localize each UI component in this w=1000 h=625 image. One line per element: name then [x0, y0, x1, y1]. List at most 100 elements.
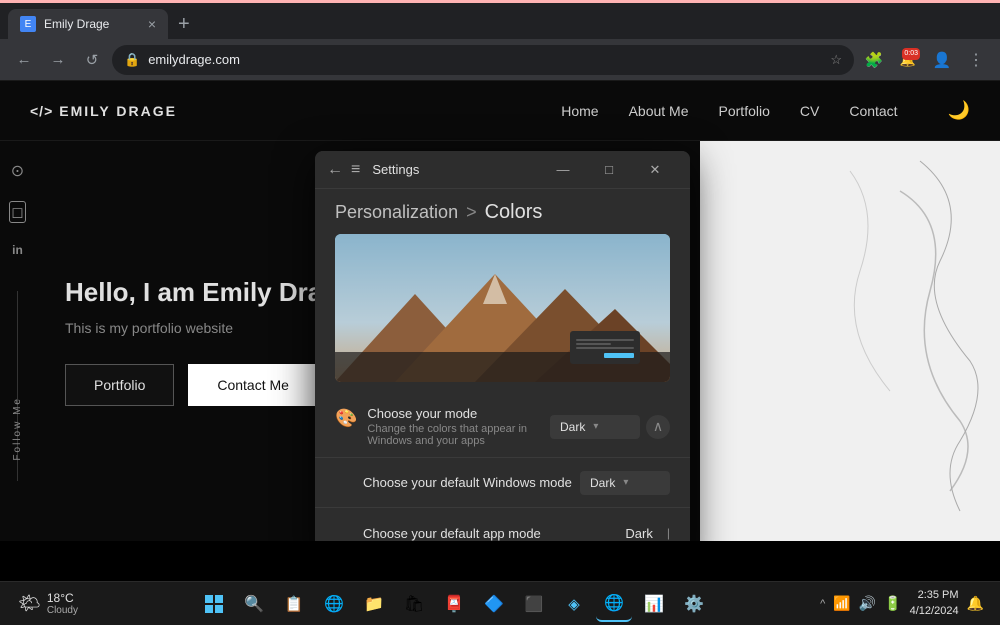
app-mode-control: Dark |: [625, 526, 670, 541]
windows-logo-icon: [205, 595, 223, 613]
taskbar-edge[interactable]: 🌐: [316, 586, 352, 622]
nav-logo: </> EMILY DRAGE: [30, 103, 177, 119]
task-view-icon: 📋: [285, 595, 304, 613]
dark-mode-toggle[interactable]: 🌙: [948, 100, 970, 121]
nav-contact[interactable]: Contact: [849, 103, 897, 119]
settings-row-text-windows: Choose your default Windows mode: [335, 475, 580, 490]
mode-expand-button[interactable]: ∧: [646, 415, 670, 439]
lock-icon: 🔒: [124, 52, 140, 68]
taskbar-search[interactable]: 🔍: [236, 586, 272, 622]
forward-button[interactable]: →: [44, 46, 72, 74]
settings-row-text-app: Choose your default app mode: [335, 526, 625, 541]
taskbar-system-tray: ^ 📶 🔊 🔋 2:35 PM 4/12/2024 🔔: [820, 588, 992, 619]
taskbar-mail[interactable]: 📮: [436, 586, 472, 622]
bookmark-icon[interactable]: ☆: [830, 52, 842, 68]
website-nav: </> EMILY DRAGE Home About Me Portfolio …: [0, 81, 1000, 141]
extensions-icon: 🧩: [865, 51, 884, 69]
settings-menu-button[interactable]: ≡: [351, 161, 360, 179]
settings-title: Settings: [372, 162, 419, 177]
taskbar-weather[interactable]: 🌤 18°C Cloudy: [8, 591, 88, 616]
portfolio-button[interactable]: Portfolio: [65, 364, 174, 406]
taskbar-explorer[interactable]: 📁: [356, 586, 392, 622]
taskbar-store[interactable]: 🛍: [396, 586, 432, 622]
settings-row-text-mode: Choose your mode Change the colors that …: [367, 406, 550, 447]
taskbar-terminal[interactable]: ⬛: [516, 586, 552, 622]
settings-row-left-mode: 🎨 Choose your mode Change the colors tha…: [335, 406, 550, 447]
minimize-button[interactable]: —: [540, 154, 586, 186]
breadcrumb-separator: >: [466, 202, 477, 223]
settings-back-button[interactable]: ←: [327, 161, 343, 179]
logo-brackets: </>: [30, 103, 53, 119]
more-button[interactable]: ⋮: [962, 46, 990, 74]
browser-toolbar: ← → ↺ 🔒 emilydrage.com ☆ 🧩 🔔 0:03 👤 ⋮: [0, 39, 1000, 81]
preview-dialog: [570, 331, 640, 364]
tab-title: Emily Drage: [44, 17, 140, 31]
tab-close-button[interactable]: ×: [148, 16, 156, 32]
url-text: emilydrage.com: [148, 52, 822, 67]
browser-active-icon: 🌐: [604, 593, 624, 613]
taskbar-settings[interactable]: ⚙️: [676, 586, 712, 622]
taskbar-app-extra[interactable]: 📊: [636, 586, 672, 622]
taskbar-task-view[interactable]: 📋: [276, 586, 312, 622]
dialog-button-preview: [604, 353, 634, 358]
tab-favicon: E: [20, 16, 36, 32]
nav-about[interactable]: About Me: [629, 103, 689, 119]
wallpaper-preview: [335, 234, 670, 382]
maximize-button[interactable]: □: [586, 154, 632, 186]
extensions-button[interactable]: 🧩: [860, 46, 888, 74]
active-tab[interactable]: E Emily Drage ×: [8, 9, 168, 39]
mode-label: Choose your mode: [367, 406, 550, 421]
store-icon: 🛍: [404, 594, 424, 614]
nav-cv[interactable]: CV: [800, 103, 819, 119]
notification-bell-icon[interactable]: 🔔: [967, 595, 984, 612]
settings-row-windows-mode: Choose your default Windows mode Dark ▾: [315, 458, 690, 508]
tray-chevron[interactable]: ^: [820, 598, 825, 610]
dialog-line-1: [576, 339, 634, 341]
taskbar-vscode[interactable]: ◈: [556, 586, 592, 622]
search-icon: 🔍: [244, 594, 264, 614]
taskbar-clock[interactable]: 2:35 PM 4/12/2024: [910, 588, 959, 619]
refresh-button[interactable]: ↺: [78, 46, 106, 74]
settings-content: 🎨 Choose your mode Change the colors tha…: [315, 396, 690, 541]
profile-button[interactable]: 👤: [928, 46, 956, 74]
close-button[interactable]: ✕: [632, 154, 678, 186]
mode-dropdown-arrow: ▾: [593, 421, 598, 432]
breadcrumb-current: Colors: [485, 201, 543, 224]
linkedin-icon[interactable]: in: [12, 243, 23, 257]
battery-icon[interactable]: 🔋: [884, 595, 901, 612]
side-social: ⊙ ◻ in Follow Me: [0, 141, 35, 541]
windows-mode-select[interactable]: Dark ▾: [580, 471, 670, 495]
notification-button[interactable]: 🔔 0:03: [894, 46, 922, 74]
instagram-icon[interactable]: ◻: [9, 201, 25, 223]
taskbar-start-button[interactable]: [196, 586, 232, 622]
taskbar-browser-active[interactable]: 🌐: [596, 586, 632, 622]
volume-icon[interactable]: 🔊: [859, 595, 876, 612]
nav-home[interactable]: Home: [561, 103, 598, 119]
app-mode-label: Choose your default app mode: [363, 526, 625, 541]
follow-me-label: Follow Me: [12, 397, 23, 461]
contact-button[interactable]: Contact Me: [188, 364, 318, 406]
taskbar-azure[interactable]: 🔷: [476, 586, 512, 622]
mode-select[interactable]: Dark ▾: [550, 415, 640, 439]
app-mode-value: Dark: [625, 526, 652, 541]
breadcrumb-parent[interactable]: Personalization: [335, 202, 458, 223]
weather-icon: 🌤: [18, 593, 41, 614]
mode-desc: Change the colors that appear in Windows…: [367, 423, 550, 447]
taskbar: 🌤 18°C Cloudy 🔍 📋 🌐 📁 🛍 📮 🔷: [0, 581, 1000, 625]
settings-row-app-mode: Choose your default app mode Dark |: [315, 508, 690, 541]
new-tab-button[interactable]: +: [178, 9, 190, 39]
address-bar[interactable]: 🔒 emilydrage.com ☆: [112, 45, 854, 75]
settings-icon: ⚙️: [684, 594, 704, 614]
nav-portfolio[interactable]: Portfolio: [719, 103, 770, 119]
titlebar-left: ← ≡ Settings: [327, 161, 419, 179]
nav-links: Home About Me Portfolio CV Contact 🌙: [561, 100, 970, 121]
github-icon[interactable]: ⊙: [11, 161, 24, 181]
settings-row-mode: 🎨 Choose your mode Change the colors tha…: [315, 396, 690, 458]
weather-info: 18°C Cloudy: [47, 591, 78, 616]
taskbar-apps: 🔍 📋 🌐 📁 🛍 📮 🔷 ⬛ ◈ 🌐 📊: [88, 586, 820, 622]
right-decoration: [700, 141, 1000, 541]
mode-icon: 🎨: [335, 408, 357, 429]
mail-icon: 📮: [444, 594, 464, 614]
wifi-icon[interactable]: 📶: [833, 595, 850, 612]
back-button[interactable]: ←: [10, 46, 38, 74]
